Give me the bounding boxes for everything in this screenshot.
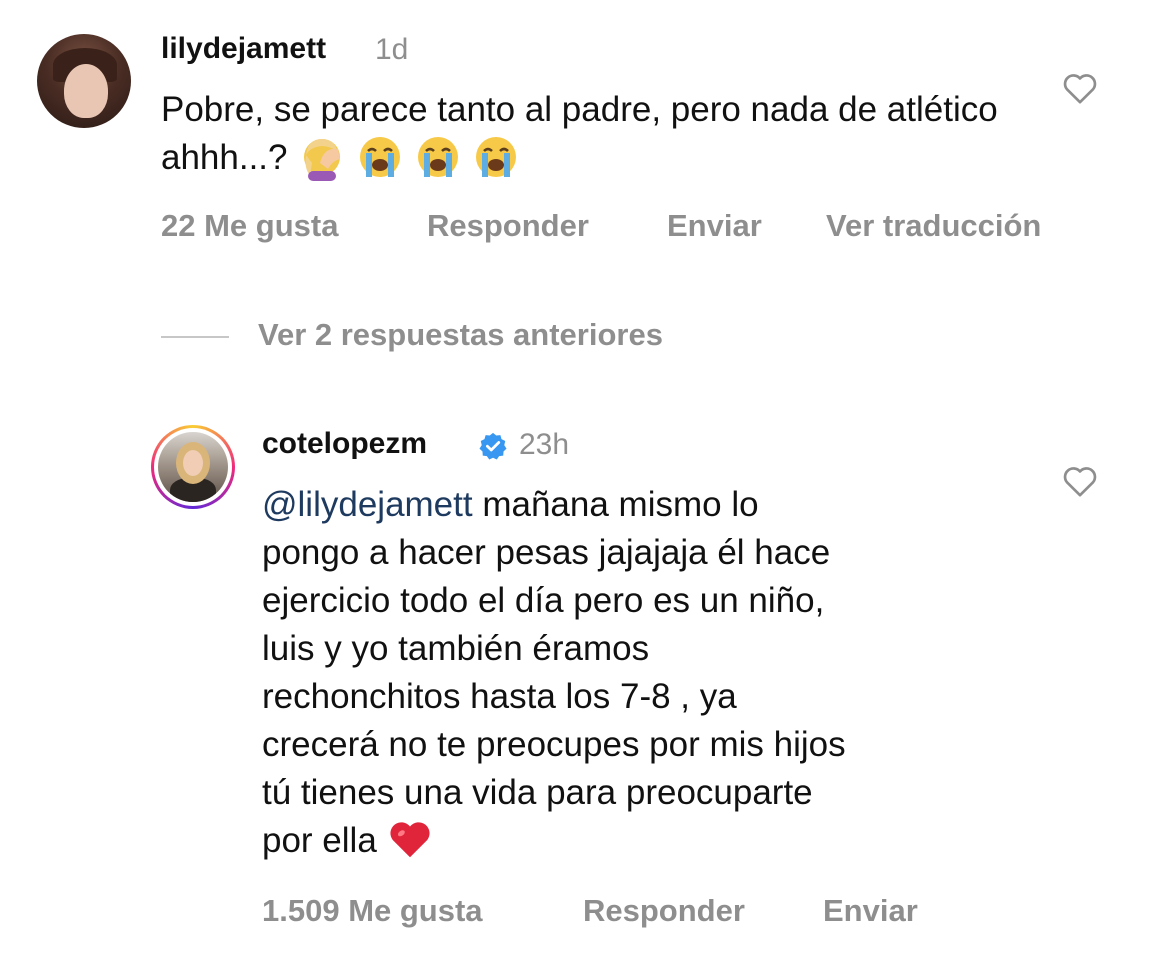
red-heart-emoji xyxy=(389,822,430,857)
comment-line-4: luis y yo también éramos xyxy=(262,629,650,668)
avatar xyxy=(158,432,228,502)
comment-line-2: pongo a hacer pesas jajajaja él hace xyxy=(262,533,831,572)
heart-outline-icon[interactable] xyxy=(1060,68,1100,108)
reply-button[interactable]: Responder xyxy=(583,893,745,929)
mention-link[interactable]: @lilydejamett xyxy=(262,485,473,524)
comment-text-body: Pobre, se parece tanto al padre, pero na… xyxy=(161,90,998,177)
comment-lilydejamett: lilydejamett 1d Pobre, se parece tanto a… xyxy=(0,0,1170,270)
view-replies-button[interactable]: Ver 2 respuestas anteriores xyxy=(258,317,663,353)
comment-username[interactable]: lilydejamett xyxy=(161,32,326,66)
avatar-story-ring[interactable] xyxy=(151,425,235,509)
comment-text: @lilydejamett mañana mismo lo pongo a ha… xyxy=(262,481,1052,866)
comment-emojis xyxy=(288,131,520,181)
avatar[interactable] xyxy=(37,34,131,128)
likes-count[interactable]: 1.509 Me gusta xyxy=(262,893,483,929)
replies-divider xyxy=(161,336,229,338)
comment-line-3: ejercicio todo el día pero es un niño, xyxy=(262,581,825,620)
loudly-crying-face-emoji xyxy=(475,136,516,177)
comment-line-text: mañana mismo lo xyxy=(482,485,759,524)
heart-outline-icon[interactable] xyxy=(1060,461,1100,501)
comment-actions: 1.509 Me gusta Responder Enviar xyxy=(0,893,1170,933)
comment-text: Pobre, se parece tanto al padre, pero na… xyxy=(161,86,1041,185)
comment-line-5: rechonchitos hasta los 7-8 , ya xyxy=(262,677,737,716)
verified-badge-icon xyxy=(479,432,507,460)
woman-facepalming-emoji xyxy=(303,138,340,181)
comment-line-6: crecerá no te preocupes por mis hijos xyxy=(262,725,846,764)
comment-time: 1d xyxy=(375,33,409,66)
comment-line-7: tú tienes una vida para preocuparte xyxy=(262,773,813,812)
avatar-face xyxy=(64,64,108,118)
translate-button[interactable]: Ver traducción xyxy=(826,208,1041,244)
comment-username[interactable]: cotelopezm xyxy=(262,427,427,461)
send-button[interactable]: Enviar xyxy=(667,208,762,244)
send-button[interactable]: Enviar xyxy=(823,893,918,929)
loudly-crying-face-emoji xyxy=(359,136,400,177)
comment-actions: 22 Me gusta Responder Enviar Ver traducc… xyxy=(0,208,1170,248)
comment-time: 23h xyxy=(519,428,570,461)
loudly-crying-face-emoji xyxy=(417,136,458,177)
comment-line-1: @lilydejamett mañana mismo lo xyxy=(262,481,1052,529)
reply-button[interactable]: Responder xyxy=(427,208,589,244)
comment-line-text: por ella xyxy=(262,821,377,860)
comment-line-8: por ella xyxy=(262,817,1052,866)
avatar-face xyxy=(183,450,203,476)
likes-count[interactable]: 22 Me gusta xyxy=(161,208,338,244)
